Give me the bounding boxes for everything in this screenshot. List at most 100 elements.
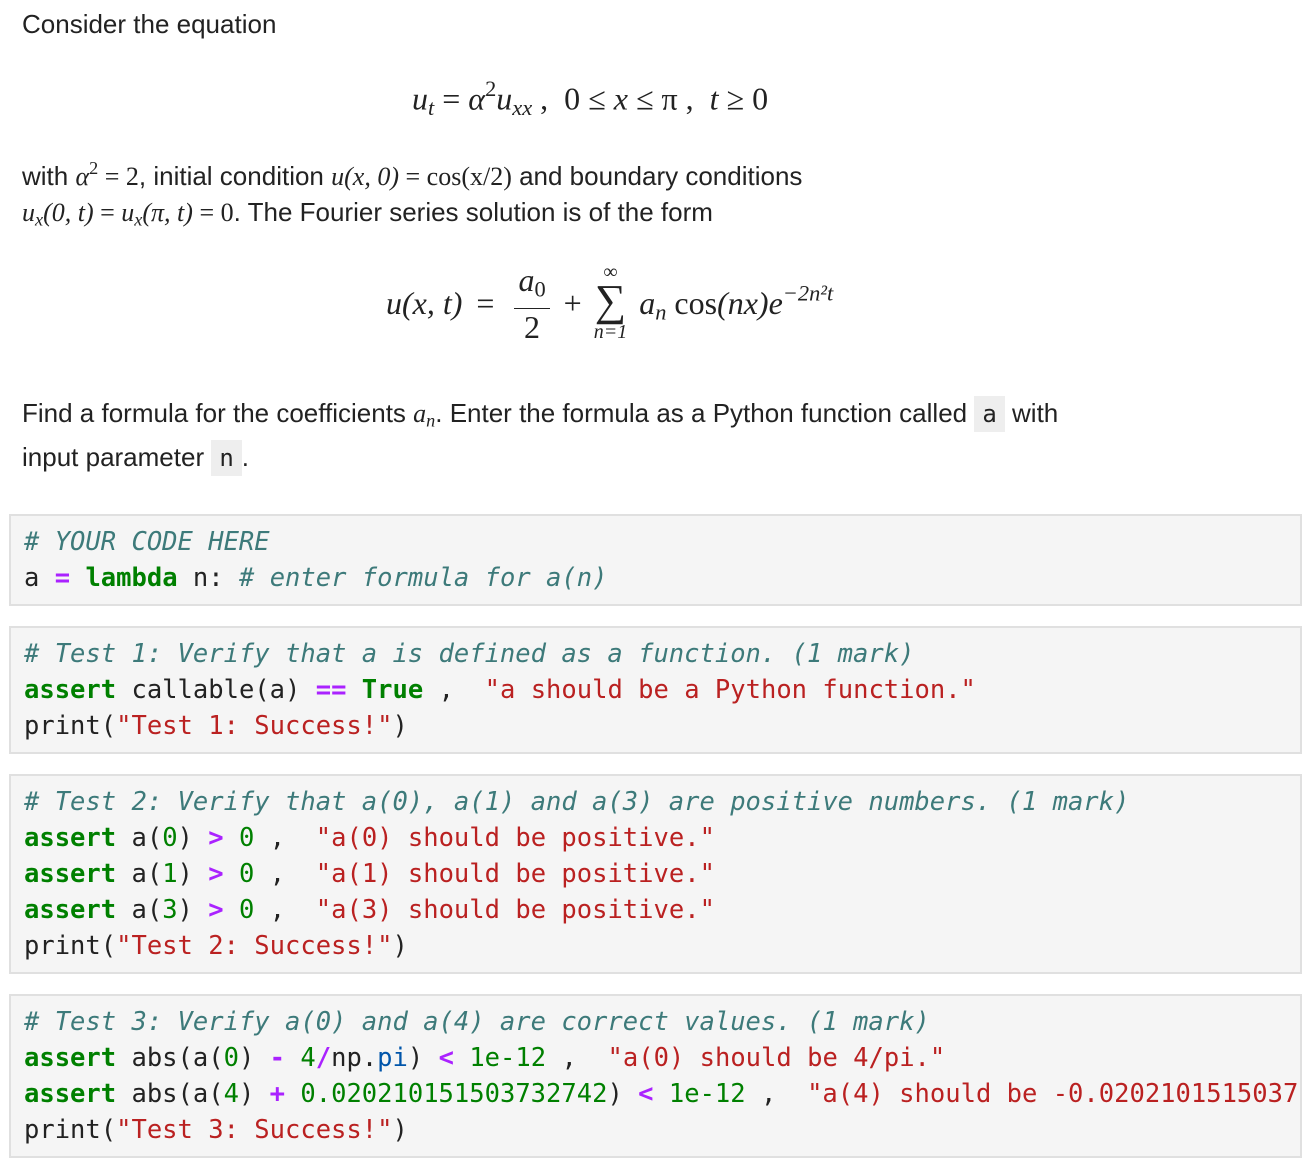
code-operator: >	[208, 895, 224, 925]
code-operator: ==	[315, 675, 347, 705]
cond-initial-u: u	[331, 161, 345, 191]
eq2-plus: +	[563, 284, 582, 321]
eq2-frac-den: 2	[524, 308, 541, 345]
code-text: print(	[24, 931, 117, 961]
bc-eq2: = 0	[192, 198, 234, 227]
code-number: 0	[162, 823, 178, 853]
fourier-series-equation: u(x, t) = a0 2 + ∞ ∑ n=1 an cos(nx)e−2n²…	[386, 262, 833, 345]
task-coef: a	[413, 399, 427, 428]
bc-args2: (π, t)	[142, 198, 193, 227]
code-keyword: assert	[24, 823, 117, 853]
code-string: "a(4) should be -0.020210151503732742."	[807, 1079, 1300, 1109]
cond-with: with	[22, 160, 76, 191]
bc-u1: u	[22, 198, 35, 227]
code-text: ,	[254, 823, 316, 853]
eq2-cos-args: (nx)	[717, 285, 769, 322]
code-string: "a(0) should be 4/pi."	[607, 1043, 946, 1073]
code-line: assert a(1) > 0 , "a(1) should be positi…	[11, 856, 1300, 892]
task-text2: . Enter the formula as a Python function…	[435, 398, 975, 428]
code-line: assert callable(a) == True , "a should b…	[11, 672, 1300, 708]
code-line: # YOUR CODE HERE	[11, 524, 1300, 560]
code-cell-test-1[interactable]: # Test 1: Verify that a is defined as a …	[9, 626, 1302, 754]
eq1-u-sub: t	[428, 95, 435, 121]
code-text: )	[392, 931, 408, 961]
code-operator: /	[315, 1043, 332, 1073]
inline-code-n: n	[211, 440, 242, 476]
eq2-sigma: ∑	[594, 276, 627, 326]
eq2-an: a	[639, 285, 656, 322]
eq2-an-sub: n	[655, 299, 667, 325]
code-line: # Test 1: Verify that a is defined as a …	[11, 636, 1300, 672]
code-string: "a(1) should be positive."	[315, 859, 715, 889]
code-operator: >	[208, 823, 224, 853]
code-operator: +	[269, 1079, 286, 1109]
code-line: assert a(3) > 0 , "a(3) should be positi…	[11, 892, 1300, 928]
task-text4: input parameter	[22, 442, 212, 472]
eq1-alpha-sup: 2	[485, 76, 497, 101]
code-string: "a(3) should be positive."	[315, 895, 715, 925]
code-text: ,	[745, 1079, 808, 1109]
code-text: callable(a)	[116, 675, 316, 705]
code-line: print("Test 1: Success!")	[11, 708, 1300, 744]
code-text: print(	[24, 711, 117, 741]
code-text: np.	[331, 1043, 378, 1073]
code-string: "Test 2: Success!"	[116, 931, 393, 961]
cond-boundary-label: and boundary conditions	[511, 160, 803, 191]
code-comment: # YOUR CODE HERE	[24, 527, 270, 557]
eq2-sum-bot: n=1	[593, 321, 628, 344]
code-cell-test-2[interactable]: # Test 2: Verify that a(0), a(1) and a(3…	[9, 774, 1302, 974]
cond-initial-rhs: cos(x/2)	[426, 161, 512, 191]
code-keyword: lambda	[85, 563, 178, 593]
code-text: )	[177, 895, 209, 925]
code-comment: # enter formula for a(n)	[238, 563, 608, 593]
eq2-fraction: a0 2	[514, 262, 550, 345]
code-operator: >	[208, 859, 224, 889]
code-keyword: assert	[24, 895, 117, 925]
code-keyword: assert	[24, 1043, 117, 1073]
code-number: 1e-12	[469, 1043, 547, 1073]
code-keyword: True	[361, 675, 424, 705]
cond-initial-label: , initial condition	[138, 160, 332, 191]
code-text: )	[392, 1115, 408, 1145]
eq2-summation: ∞ ∑ n=1	[593, 262, 628, 344]
code-keyword: assert	[24, 859, 117, 889]
eq1-range: 0 ≤	[564, 80, 614, 117]
code-operator: =	[54, 563, 71, 593]
eq2-exp: −2n²t	[782, 280, 834, 306]
eq1-u: u	[412, 80, 428, 117]
code-number: 0.020210151503732742	[300, 1079, 608, 1109]
bc-sub1: x	[35, 209, 44, 230]
code-number: 4	[300, 1043, 316, 1073]
code-text: )	[238, 1043, 270, 1073]
code-operator: -	[269, 1043, 286, 1073]
eq1-uxx-sub: xx	[512, 95, 533, 121]
code-text: )	[238, 1079, 270, 1109]
code-line: print("Test 3: Success!")	[11, 1112, 1300, 1148]
code-number: 1	[162, 859, 178, 889]
eq1-sep: ,	[532, 80, 565, 117]
code-text: print(	[24, 1115, 117, 1145]
task-text3: with	[1004, 398, 1059, 428]
heat-equation: ut = α2uxx , 0 ≤ x ≤ π , t ≥ 0	[412, 76, 768, 121]
eq1-t: t	[709, 80, 719, 117]
eq1-uxx: u	[496, 80, 513, 117]
code-number: 0	[238, 895, 255, 925]
cond-alpha-sup: 2	[89, 158, 99, 178]
code-line: assert abs(a(4) + 0.020210151503732742) …	[11, 1076, 1300, 1112]
code-cell-answer[interactable]: # YOUR CODE HERE a = lambda n: # enter fo…	[9, 514, 1302, 606]
code-text: a(	[116, 859, 163, 889]
code-text: ,	[254, 895, 316, 925]
code-text: ,	[254, 859, 316, 889]
eq1-x: x	[613, 80, 628, 117]
code-text: abs(a(	[116, 1043, 224, 1073]
code-string: "a should be a Python function."	[484, 675, 976, 705]
code-cell-test-3[interactable]: # Test 3: Verify a(0) and a(4) are corre…	[9, 994, 1302, 1158]
task-text5: .	[241, 442, 250, 472]
